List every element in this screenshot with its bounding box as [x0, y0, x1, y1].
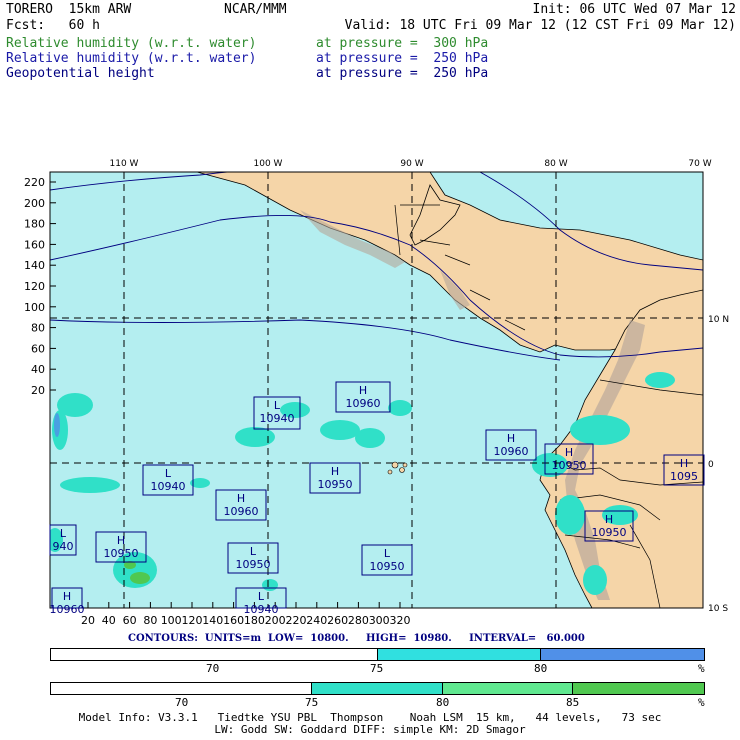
center-type: H [359, 384, 367, 397]
x-tick-label: 160 [223, 614, 244, 627]
x-tick-label: 320 [390, 614, 411, 627]
center-value: 10940 [260, 412, 295, 425]
y-tick-label: 180 [24, 218, 45, 231]
colorbar2-segment-below75 [51, 683, 313, 694]
center-type: H [63, 590, 71, 603]
x-tick-label: 240 [306, 614, 327, 627]
model-info-line2: LW: Godd SW: Goddard DIFF: simple KM: 2D… [214, 723, 526, 736]
center-type: H [680, 457, 688, 470]
lon-label-110w: 110 W [110, 159, 139, 169]
y-tick-label: 60 [31, 342, 45, 355]
center-type: L [258, 590, 265, 603]
y-tick-label: 140 [24, 259, 45, 272]
center-value: 940 [53, 540, 74, 553]
x-tick-label: 120 [182, 614, 203, 627]
colorbar2-label-80: 80 [436, 696, 450, 709]
colorbar2-segment-80-85 [442, 683, 574, 694]
colorbar1-segment-below75 [51, 649, 378, 660]
center-value: 10950 [236, 558, 271, 571]
center-value: 10960 [494, 445, 529, 458]
center-type: H [605, 513, 613, 526]
colorbar1-label-percent: % [698, 662, 705, 675]
colorbar2-label-85: 85 [566, 696, 580, 709]
x-tick-label: 80 [143, 614, 157, 627]
center-type: L [250, 545, 257, 558]
x-tick-label: 40 [102, 614, 116, 627]
x-tick-label: 220 [286, 614, 307, 627]
colorbar2-label-percent: % [698, 696, 705, 709]
colorbar-250hpa [50, 648, 705, 661]
center-value: 10950 [552, 459, 587, 472]
lat-label-eq: 0 [708, 460, 714, 470]
x-tick-label: 260 [327, 614, 348, 627]
center-value: 10940 [151, 480, 186, 493]
y-tick-label: 40 [31, 363, 45, 376]
center-value: 10950 [592, 526, 627, 539]
colorbar1-segment-above80 [540, 649, 704, 660]
center-value: 1095 [670, 470, 698, 483]
colorbar2-segment-75-80 [312, 683, 443, 694]
lon-label-100w: 100 W [254, 159, 283, 169]
colorbar2-segment-above85 [573, 683, 704, 694]
y-tick-label: 200 [24, 197, 45, 210]
colorbar-300hpa [50, 682, 705, 695]
center-type: L [274, 399, 281, 412]
colorbar1-label-70: 70 [206, 662, 220, 675]
center-type: L [165, 467, 172, 480]
y-tick-label: 100 [24, 301, 45, 314]
center-type: H [331, 465, 339, 478]
colorbar1-segment-75-80 [377, 649, 541, 660]
x-tick-label: 300 [369, 614, 390, 627]
x-tick-label: 280 [348, 614, 369, 627]
lat-label-10s: 10 S [708, 604, 728, 614]
contours-info: CONTOURS: UNITS=m LOW= 10800. HIGH= 1098… [128, 633, 585, 644]
x-tick-label: 100 [161, 614, 182, 627]
colorbar1-label-80: 80 [534, 662, 548, 675]
lon-label-80w: 80 W [544, 159, 567, 169]
y-tick-label: 120 [24, 280, 45, 293]
center-value: 10950 [104, 547, 139, 560]
center-value: 10940 [244, 603, 279, 616]
weather-map: 22020018016014012010080604020 20 40 60 80 10… [24, 159, 729, 627]
x-tick-label: 60 [123, 614, 137, 627]
colorbar1-label-75: 75 [370, 662, 384, 675]
lon-label-90w: 90 W [400, 159, 423, 169]
center-type: H [565, 446, 573, 459]
center-value: 10960 [224, 505, 259, 518]
center-type: L [384, 547, 391, 560]
center-value: 10950 [318, 478, 353, 491]
lat-label-10n: 10 N [708, 315, 729, 325]
center-type: H [237, 492, 245, 505]
lon-label-70w: 70 W [688, 159, 711, 169]
y-tick-label: 220 [24, 176, 45, 189]
center-value: 10960 [50, 603, 85, 616]
colorbar2-label-70: 70 [175, 696, 189, 709]
y-tick-label: 20 [31, 384, 45, 397]
center-type: H [117, 534, 125, 547]
center-type: H [507, 432, 515, 445]
x-tick-label: 140 [202, 614, 223, 627]
y-tick-label: 160 [24, 238, 45, 251]
center-type: L [60, 527, 67, 540]
center-value: 10960 [346, 397, 381, 410]
colorbar2-label-75: 75 [305, 696, 319, 709]
center-value: 10950 [370, 560, 405, 573]
y-tick-label: 80 [31, 322, 45, 335]
